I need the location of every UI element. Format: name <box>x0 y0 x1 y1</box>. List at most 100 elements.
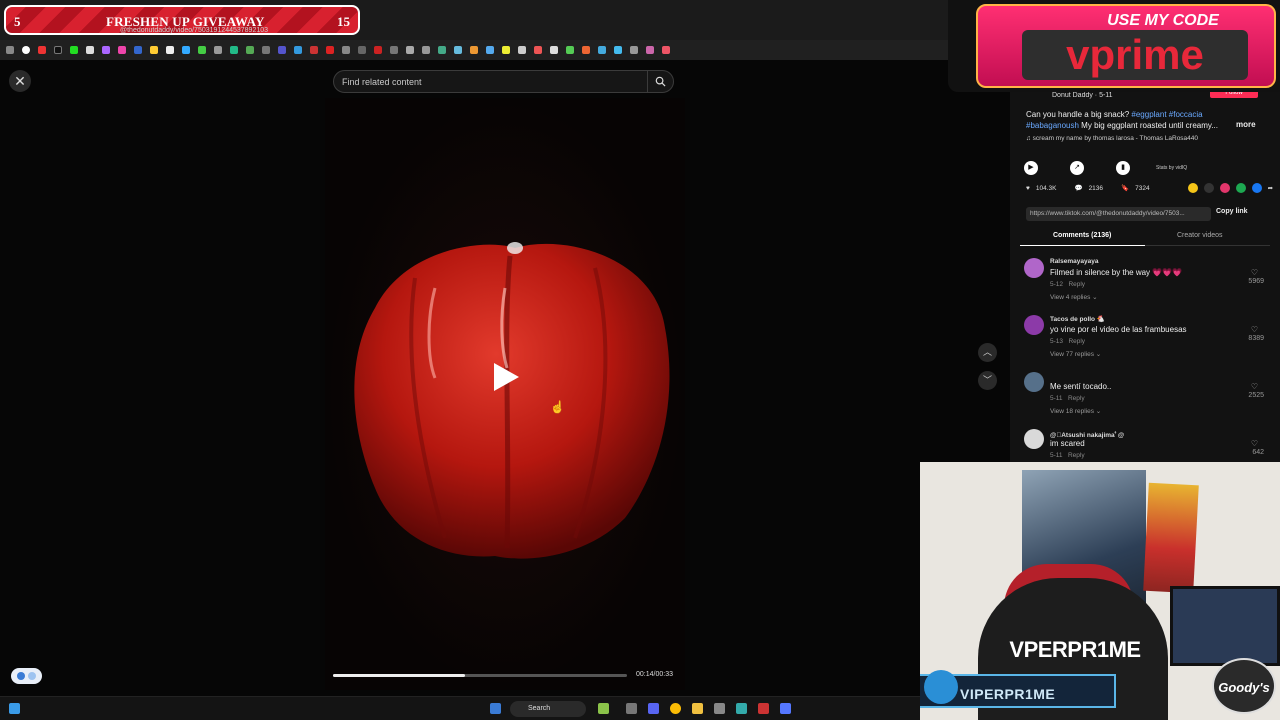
post-author[interactable]: Donut Daddy · 5-11 <box>1052 92 1113 99</box>
windows-start-icon[interactable] <box>490 703 501 714</box>
bookmark-icon[interactable] <box>86 46 94 54</box>
reply-button[interactable]: Reply <box>1068 338 1085 345</box>
share-arrow-icon[interactable]: ➦ <box>1268 184 1273 192</box>
coin-icon[interactable] <box>1187 183 1198 193</box>
bookmark-icon[interactable] <box>486 46 494 54</box>
heart-icon[interactable]: ♡ <box>1251 439 1258 448</box>
whatsapp-icon[interactable] <box>1235 183 1246 193</box>
widgets-icon[interactable] <box>9 703 20 714</box>
view-replies-button[interactable]: View 18 replies ⌄ <box>1050 407 1101 415</box>
caption-hashtag[interactable]: #eggplant #foccacia <box>1131 110 1202 119</box>
bookmark-icon[interactable] <box>534 46 542 54</box>
post-link-field[interactable]: https://www.tiktok.com/@thedonutdaddy/vi… <box>1026 207 1211 221</box>
taskbar-app-icon[interactable] <box>714 703 725 714</box>
taskbar-app-icon[interactable] <box>598 703 609 714</box>
bookmark-icon[interactable] <box>422 46 430 54</box>
chrome-icon[interactable] <box>670 703 681 714</box>
bookmark-icon[interactable] <box>598 46 606 54</box>
play-icon[interactable] <box>490 360 522 394</box>
tiktok-icon[interactable] <box>54 46 62 54</box>
stats-icon[interactable]: ▮ <box>1116 161 1130 175</box>
bookmark-icon[interactable] <box>358 46 366 54</box>
taskbar-app-icon[interactable] <box>736 703 747 714</box>
bookmark-icon[interactable] <box>246 46 254 54</box>
apps-icon[interactable] <box>6 46 14 54</box>
reply-button[interactable]: Reply <box>1068 281 1085 288</box>
file-explorer-icon[interactable] <box>692 703 703 714</box>
browser-extension-widget[interactable] <box>11 668 42 684</box>
video-player[interactable] <box>325 98 685 690</box>
bookmark-icon[interactable]: 🔖 <box>1121 184 1129 192</box>
tab-comments[interactable]: Comments (2136) <box>1053 232 1111 239</box>
youtube-icon[interactable] <box>38 46 46 54</box>
bookmark-icon[interactable] <box>342 46 350 54</box>
avatar[interactable] <box>1024 315 1044 335</box>
taskbar-app-icon[interactable] <box>648 703 659 714</box>
video-progress-bar[interactable] <box>333 674 627 677</box>
comment-username[interactable]: Tacos de pollo 🐔 <box>1050 315 1105 323</box>
bookmark-icon[interactable] <box>150 46 158 54</box>
bookmark-icon[interactable] <box>550 46 558 54</box>
taskbar-app-icon[interactable] <box>780 703 791 714</box>
instagram-icon[interactable] <box>118 46 126 54</box>
play-icon[interactable]: ▶ <box>1024 161 1038 175</box>
bookmark-icon[interactable] <box>326 46 334 54</box>
address-bar-url[interactable]: @thedonutdaddy/video/7503191244537892103 <box>120 27 268 34</box>
bookmark-icon[interactable] <box>182 46 190 54</box>
bookmark-icon[interactable] <box>470 46 478 54</box>
heart-icon[interactable]: ♡ <box>1251 382 1258 391</box>
next-video-button[interactable]: ﹀ <box>978 371 997 390</box>
view-replies-button[interactable]: View 77 replies ⌄ <box>1050 350 1101 358</box>
bookmark-icon[interactable] <box>230 46 238 54</box>
facebook-icon[interactable] <box>134 46 142 54</box>
kick-icon[interactable] <box>70 46 78 54</box>
pinterest-icon[interactable] <box>662 46 670 54</box>
comment-username[interactable]: Ralsemayayaya <box>1050 258 1098 265</box>
bookmark-icon[interactable] <box>614 46 622 54</box>
bookmark-icon[interactable] <box>262 46 270 54</box>
close-button[interactable]: ✕ <box>9 70 31 92</box>
bookmark-icon[interactable] <box>582 46 590 54</box>
post-music[interactable]: ♫ scream my name by thomas larosa - Thom… <box>1026 135 1198 142</box>
taskbar-app-icon[interactable] <box>758 703 769 714</box>
share-app-icon[interactable] <box>1219 183 1230 193</box>
caption-hashtag[interactable]: #babaganoush <box>1026 121 1079 130</box>
reply-button[interactable]: Reply <box>1068 395 1085 402</box>
bookmark-icon[interactable] <box>214 46 222 54</box>
copy-link-button[interactable]: Copy link <box>1216 208 1248 215</box>
x-icon[interactable] <box>166 46 174 54</box>
comment-icon[interactable]: 💬 <box>1074 184 1082 192</box>
bookmark-icon[interactable] <box>502 46 510 54</box>
avatar[interactable] <box>1024 258 1044 278</box>
comment-username[interactable]: @ﾟAtsushi nakajimaﾟ@ <box>1050 429 1124 439</box>
reply-button[interactable]: Reply <box>1068 452 1085 459</box>
bookmark-icon[interactable] <box>518 46 526 54</box>
bookmark-icon[interactable] <box>390 46 398 54</box>
bookmark-icon[interactable] <box>406 46 414 54</box>
heart-icon[interactable]: ♡ <box>1251 325 1258 334</box>
facebook-icon[interactable] <box>1251 183 1262 193</box>
bookmark-icon[interactable] <box>198 46 206 54</box>
avatar[interactable] <box>1024 429 1044 449</box>
tab-creator-videos[interactable]: Creator videos <box>1177 232 1223 239</box>
embed-icon[interactable] <box>1203 183 1214 193</box>
taskbar-search[interactable]: Search <box>510 701 586 717</box>
search-icon[interactable] <box>647 71 673 92</box>
twitch-icon[interactable] <box>102 46 110 54</box>
share-icon[interactable]: ↗ <box>1070 161 1084 175</box>
bookmark-icon[interactable] <box>630 46 638 54</box>
avatar[interactable] <box>1024 372 1044 392</box>
chrome-icon[interactable] <box>22 46 30 54</box>
search-input[interactable] <box>342 71 642 92</box>
taskbar-app-icon[interactable] <box>626 703 637 714</box>
caption-more-link[interactable]: more <box>1236 120 1256 129</box>
bookmark-icon[interactable] <box>438 46 446 54</box>
bookmark-icon[interactable] <box>278 46 286 54</box>
previous-video-button[interactable]: ︿ <box>978 343 997 362</box>
bookmark-icon[interactable] <box>566 46 574 54</box>
bookmark-icon[interactable] <box>646 46 654 54</box>
view-replies-button[interactable]: View 4 replies ⌄ <box>1050 293 1098 301</box>
bookmark-icon[interactable] <box>374 46 382 54</box>
bookmark-icon[interactable] <box>454 46 462 54</box>
bookmark-icon[interactable] <box>294 46 302 54</box>
